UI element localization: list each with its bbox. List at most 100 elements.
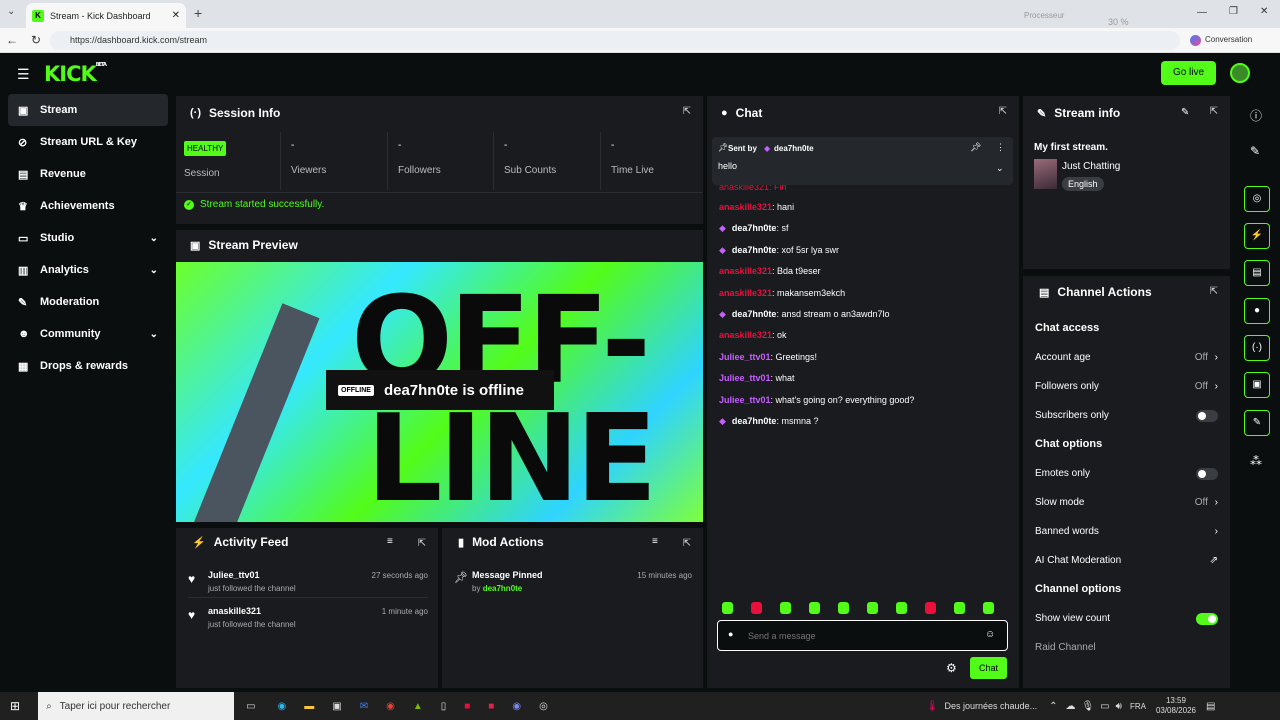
emote-icon[interactable]: [838, 602, 849, 614]
emote-icon[interactable]: [896, 602, 907, 614]
emote-icon[interactable]: [925, 602, 936, 614]
apps-icon[interactable]: ⁂: [1250, 454, 1262, 468]
pinned-message[interactable]: 📌︎ Sent by ◆ dea7hn0te hello 📌︎ ⋮ ⌄: [712, 137, 1013, 185]
app-red2-icon[interactable]: ■: [488, 701, 494, 712]
menu-icon[interactable]: ☰: [17, 66, 30, 83]
chat-username[interactable]: dea7hn0te: [732, 223, 777, 233]
notifications-icon[interactable]: ▤: [1206, 701, 1215, 712]
rail-wrench-icon[interactable]: ✎: [1244, 410, 1270, 436]
browser-tab[interactable]: K Stream - Kick Dashboard ✕: [26, 3, 186, 28]
raid-channel-row[interactable]: Raid Channel: [1023, 633, 1230, 662]
network-icon[interactable]: ▭: [1100, 701, 1109, 712]
chat-input[interactable]: [748, 627, 968, 645]
maximize-icon[interactable]: ❐: [1229, 6, 1238, 17]
emote-icon[interactable]: [983, 602, 994, 614]
subscribers-only-toggle[interactable]: [1196, 409, 1218, 422]
app-red-icon[interactable]: ■: [464, 701, 470, 712]
explorer-icon[interactable]: ▬: [304, 701, 314, 712]
taskview-icon[interactable]: ▭: [246, 701, 255, 712]
rail-actions-icon[interactable]: ▣: [1244, 372, 1270, 398]
chat-username[interactable]: Juliee_ttv01: [719, 352, 771, 362]
emote-icon[interactable]: [780, 602, 791, 614]
weather-text[interactable]: Des journées chaude...: [945, 701, 1038, 711]
volume-icon[interactable]: 🔊︎: [1116, 701, 1122, 712]
nvidia-icon[interactable]: ▲: [413, 701, 423, 712]
show-view-count-toggle[interactable]: [1196, 612, 1218, 625]
chat-identity-icon[interactable]: ●: [728, 629, 733, 639]
emote-icon[interactable]: [722, 602, 733, 614]
info-icon[interactable]: ⓘ: [1250, 107, 1262, 124]
chrome-icon[interactable]: ◉: [386, 701, 395, 712]
followers-only-row[interactable]: Followers only Off ›: [1023, 372, 1230, 401]
file-icon[interactable]: ▯: [441, 701, 447, 712]
close-tab-icon[interactable]: ✕: [172, 10, 180, 21]
obs-icon[interactable]: ◎: [539, 701, 548, 712]
mod-by-user[interactable]: dea7hn0te: [483, 584, 523, 593]
sidebar-item-stream-url-key[interactable]: ⊘ Stream URL & Key: [8, 126, 168, 158]
store-icon[interactable]: ▣: [332, 701, 341, 712]
microphone-icon[interactable]: 🎙︎: [1081, 701, 1094, 712]
sidebar-item-studio[interactable]: ▭ Studio ⌄: [8, 222, 168, 254]
emote-icon[interactable]: [867, 602, 878, 614]
popout-icon[interactable]: ⇱: [1210, 106, 1218, 117]
url-input[interactable]: https://dashboard.kick.com/stream: [50, 31, 1180, 50]
go-live-button[interactable]: Go live: [1161, 61, 1216, 85]
windows-start-icon[interactable]: ⊞: [10, 699, 20, 713]
chat-username[interactable]: dea7hn0te: [732, 309, 777, 319]
sidebar-item-achievements[interactable]: ♛ Achievements: [8, 190, 168, 222]
back-icon[interactable]: ←: [6, 33, 18, 47]
filter-icon[interactable]: ≡: [652, 536, 658, 547]
chat-username[interactable]: anaskille321: [719, 266, 772, 276]
unpin-icon[interactable]: 📌︎: [970, 142, 981, 153]
cloud-icon[interactable]: ☁: [1065, 701, 1075, 712]
avatar[interactable]: [1230, 63, 1250, 83]
rail-camera-icon[interactable]: ◎: [1244, 186, 1270, 212]
slow-mode-row[interactable]: Slow mode Off ›: [1023, 488, 1230, 517]
emote-icon[interactable]: [751, 602, 762, 614]
popout-icon[interactable]: ⇱: [418, 538, 426, 549]
more-icon[interactable]: ⋮: [996, 142, 1005, 153]
conversation-label[interactable]: Conversation: [1205, 35, 1252, 44]
tray-chevron-icon[interactable]: ⌃: [1049, 701, 1057, 712]
emotes-only-toggle[interactable]: [1196, 467, 1218, 480]
close-window-icon[interactable]: ✕: [1260, 6, 1268, 17]
send-chat-button[interactable]: Chat: [970, 657, 1007, 679]
ai-moderation-row[interactable]: AI Chat Moderation ⇗: [1023, 546, 1230, 575]
chat-username[interactable]: Juliee_ttv01: [719, 373, 771, 383]
pencil-icon[interactable]: ✎: [1250, 144, 1260, 158]
edge-icon[interactable]: ◉: [278, 701, 287, 712]
chat-username[interactable]: dea7hn0te: [732, 416, 777, 426]
filter-icon[interactable]: ≡: [387, 536, 393, 547]
language-indicator[interactable]: FRA: [1130, 702, 1146, 711]
popout-icon[interactable]: ⇱: [1210, 286, 1218, 297]
gear-icon[interactable]: ⚙: [946, 661, 957, 675]
sidebar-item-drops-rewards[interactable]: ▦ Drops & rewards: [8, 350, 168, 382]
edit-icon[interactable]: ✎: [1181, 107, 1189, 118]
sidebar-item-community[interactable]: ☻ Community ⌄: [8, 318, 168, 350]
chat-username[interactable]: dea7hn0te: [732, 245, 777, 255]
popout-icon[interactable]: ⇱: [683, 538, 691, 549]
reload-icon[interactable]: ↻: [31, 33, 41, 47]
account-age-row[interactable]: Account age Off ›: [1023, 343, 1230, 372]
minimize-icon[interactable]: —: [1197, 7, 1207, 18]
chat-username[interactable]: anaskille321: [719, 330, 772, 340]
discord-icon[interactable]: ◉: [512, 701, 521, 712]
outlook-icon[interactable]: ✉: [360, 701, 368, 712]
rail-broadcast-icon[interactable]: (·): [1244, 335, 1270, 361]
kick-logo[interactable]: KICKBETA: [44, 62, 107, 86]
clock[interactable]: 13:59 03/08/2026: [1156, 696, 1196, 716]
sidebar-item-revenue[interactable]: ▤ Revenue: [8, 158, 168, 190]
copilot-icon[interactable]: [1190, 35, 1201, 46]
emote-icon[interactable]: [809, 602, 820, 614]
emoji-icon[interactable]: ☺: [985, 629, 995, 640]
chat-username[interactable]: anaskille321: [719, 202, 772, 212]
rail-chat-icon[interactable]: ●: [1244, 298, 1270, 324]
chat-username[interactable]: anaskille321: [719, 288, 772, 298]
sidebar-item-analytics[interactable]: ▥ Analytics ⌄: [8, 254, 168, 286]
new-tab-icon[interactable]: +: [194, 5, 202, 21]
chat-username[interactable]: Juliee_ttv01: [719, 395, 771, 405]
popout-icon[interactable]: ⇱: [683, 106, 691, 117]
taskbar-search[interactable]: ⌕ Taper ici pour rechercher: [38, 692, 235, 720]
popout-icon[interactable]: ⇱: [999, 106, 1007, 117]
sidebar-item-stream[interactable]: ▣ Stream: [8, 94, 168, 126]
